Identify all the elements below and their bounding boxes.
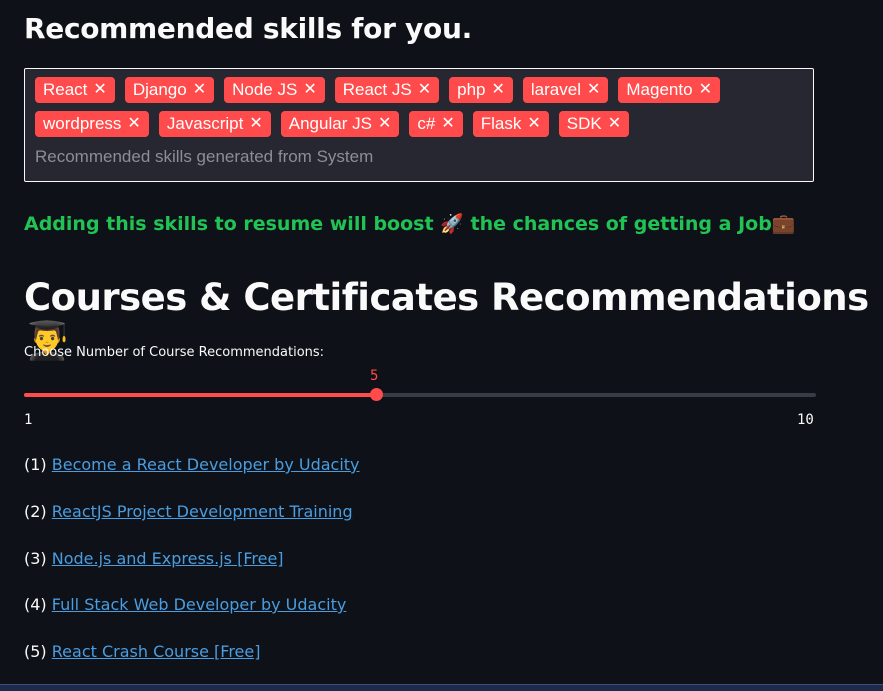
close-icon[interactable]: ✕	[378, 116, 391, 132]
page: Recommended skills for you. React ✕ Djang…	[0, 0, 883, 691]
course-item: (2) ReactJS Project Development Training	[24, 502, 353, 521]
boost-message: Adding this skills to resume will boost …	[24, 212, 795, 235]
skill-tag-label: c#	[417, 114, 436, 133]
close-icon[interactable]: ✕	[491, 82, 504, 98]
taskbar-edge	[0, 684, 883, 691]
course-index: (3)	[24, 549, 47, 568]
close-icon[interactable]: ✕	[93, 82, 106, 98]
close-icon[interactable]: ✕	[587, 82, 600, 98]
skill-tag: Magento ✕	[618, 77, 720, 103]
skill-tag: wordpress ✕	[35, 111, 149, 137]
skill-tag: SDK ✕	[558, 111, 630, 137]
skills-input-placeholder[interactable]: Recommended skills generated from System	[35, 147, 803, 167]
skill-tag: Node JS ✕	[224, 77, 325, 103]
slider-label: Choose Number of Course Recommendations:	[24, 345, 325, 360]
skill-tag-label: Javascript	[166, 114, 244, 133]
skill-tag-label: Node JS	[232, 80, 298, 99]
skill-tag-label: Angular JS	[288, 114, 372, 133]
skills-multiselect[interactable]: React ✕ Django ✕ Node JS ✕ React JS ✕ php ✕ l…	[24, 68, 814, 182]
skill-tag: React ✕	[35, 77, 115, 103]
skills-tag-list: React ✕ Django ✕ Node JS ✕ React JS ✕ php ✕ l…	[35, 77, 795, 137]
course-item: (1) Become a React Developer by Udacity	[24, 455, 360, 474]
close-icon[interactable]: ✕	[699, 82, 712, 98]
course-index: (2)	[24, 502, 47, 521]
boost-text: Adding this skills to resume will boost	[24, 213, 434, 235]
close-icon[interactable]: ✕	[303, 82, 316, 98]
skill-tag: Django ✕	[124, 77, 215, 103]
skill-tag: Flask ✕	[472, 111, 549, 137]
skill-tag-label: React	[43, 80, 88, 99]
skill-tag-label: laravel	[530, 80, 581, 99]
course-index: (5)	[24, 642, 47, 661]
courses-heading-text: Courses & Certificates Recommendations	[24, 276, 869, 319]
skill-tag-label: wordpress	[43, 114, 122, 133]
course-item: (5) React Crash Course [Free]	[24, 642, 260, 661]
close-icon[interactable]: ✕	[193, 82, 206, 98]
skill-tag: Angular JS ✕	[280, 111, 400, 137]
course-link[interactable]: Full Stack Web Developer by Udacity	[52, 595, 347, 614]
course-count-slider[interactable]	[24, 388, 816, 401]
close-icon[interactable]: ✕	[441, 116, 454, 132]
skill-tag: c# ✕	[409, 111, 463, 137]
slider-min-label: 1	[24, 412, 33, 428]
boost-text-2: the chances of getting a Job	[470, 213, 772, 235]
skill-tag: Javascript ✕	[158, 111, 271, 137]
course-index: (4)	[24, 595, 47, 614]
close-icon[interactable]: ✕	[527, 116, 540, 132]
skill-tag-label: Flask	[480, 114, 522, 133]
skill-tag: laravel ✕	[522, 77, 609, 103]
close-icon[interactable]: ✕	[249, 116, 262, 132]
course-item: (3) Node.js and Express.js [Free]	[24, 549, 284, 568]
rocket-icon: 🚀	[440, 213, 464, 235]
skill-tag-label: SDK	[566, 114, 602, 133]
skill-tag-label: React JS	[342, 80, 412, 99]
skill-tag-label: Django	[132, 80, 187, 99]
briefcase-icon: 💼	[771, 213, 796, 235]
close-icon[interactable]: ✕	[127, 116, 140, 132]
slider-thumb[interactable]	[370, 388, 383, 401]
course-link[interactable]: ReactJS Project Development Training	[52, 502, 353, 521]
skill-tag-label: php	[457, 80, 486, 99]
skills-heading: Recommended skills for you.	[24, 12, 472, 45]
slider-fill	[24, 393, 376, 397]
skill-tag-label: Magento	[626, 80, 693, 99]
course-link[interactable]: Node.js and Express.js [Free]	[52, 549, 284, 568]
close-icon[interactable]: ✕	[608, 116, 621, 132]
course-link[interactable]: React Crash Course [Free]	[52, 642, 261, 661]
skill-tag: php ✕	[449, 77, 513, 103]
slider-value: 5	[370, 368, 379, 384]
slider-max-label: 10	[797, 412, 814, 428]
course-item: (4) Full Stack Web Developer by Udacity	[24, 595, 346, 614]
close-icon[interactable]: ✕	[418, 82, 431, 98]
course-index: (1)	[24, 455, 47, 474]
skill-tag: React JS ✕	[334, 77, 440, 103]
course-link[interactable]: Become a React Developer by Udacity	[52, 455, 360, 474]
